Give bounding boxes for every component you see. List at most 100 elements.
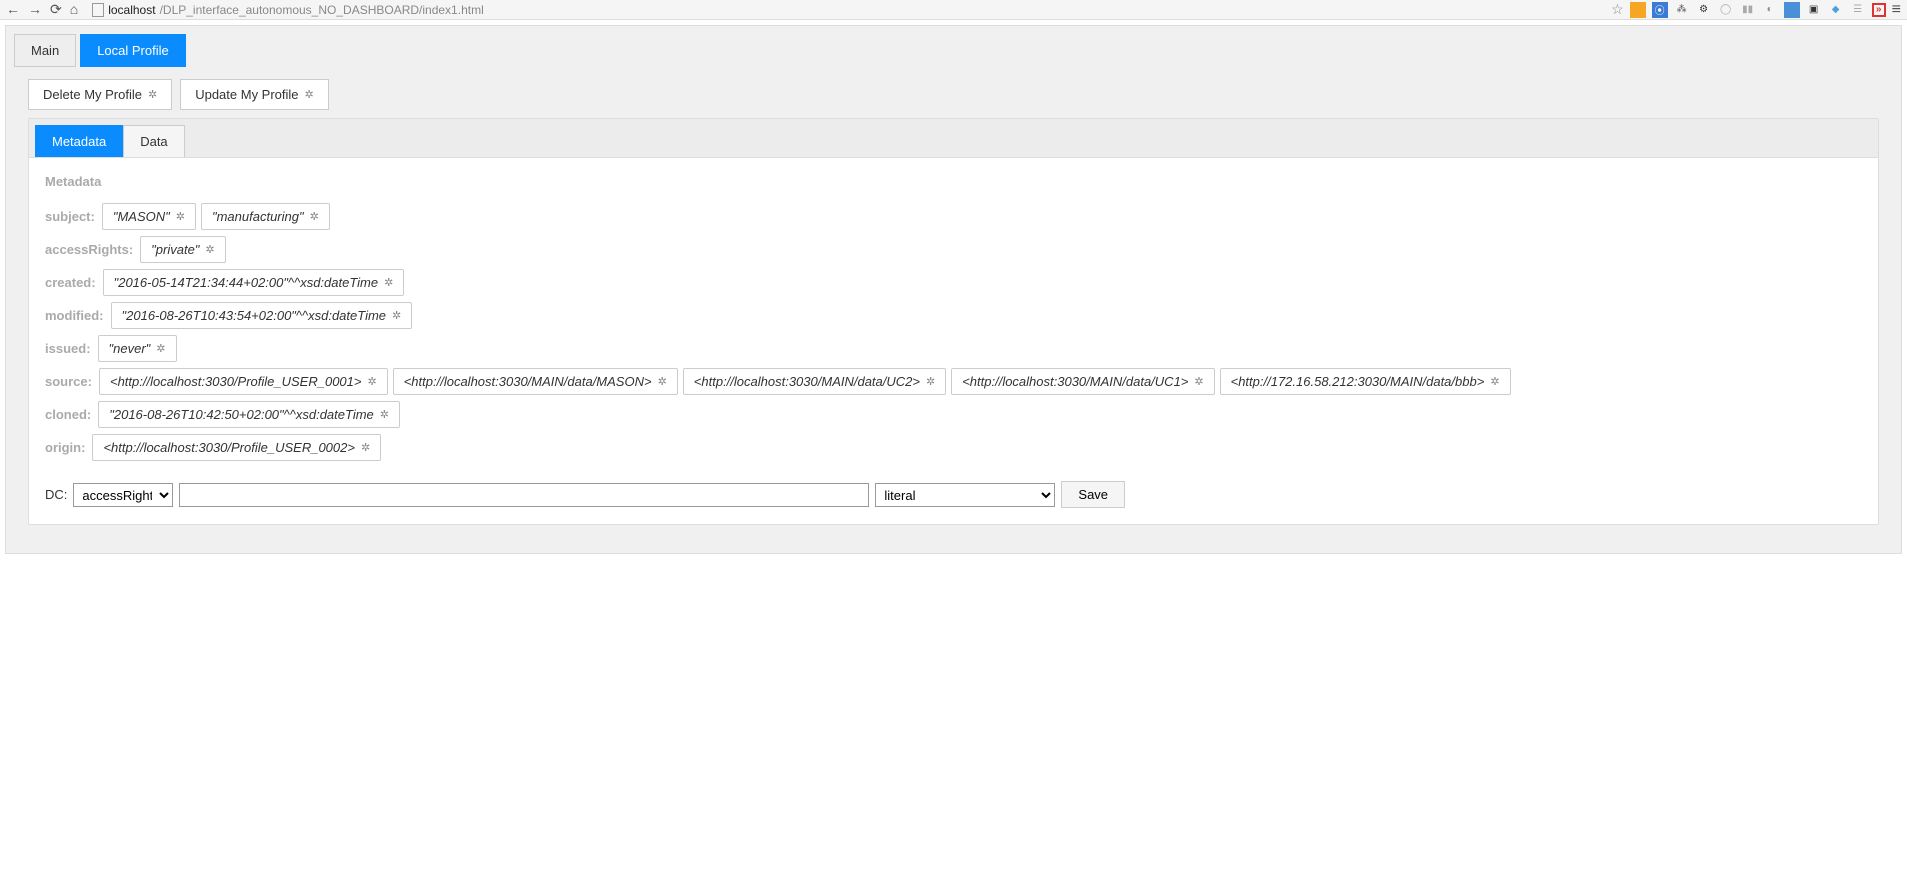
meta-value-chip[interactable]: "never" ✲ [98, 335, 177, 362]
meta-value-chip[interactable]: <http://localhost:3030/MAIN/data/MASON> ✲ [393, 368, 678, 395]
meta-value-chip[interactable]: "2016-05-14T21:34:44+02:00"^^xsd:dateTim… [103, 269, 405, 296]
page-icon [92, 3, 104, 17]
extension-icons: ☆ ⦿ ⁂ ⚙ ◯ ▮▮ ◐ ▣ ◆ ☰ » ≡ [1611, 1, 1901, 19]
forward-icon[interactable]: → [28, 1, 42, 18]
meta-value-text: "2016-08-26T10:43:54+02:00"^^xsd:dateTim… [122, 308, 387, 323]
meta-row-origin: origin <http://localhost:3030/Profile_USE… [45, 434, 1862, 461]
ext-icon-2[interactable]: ⦿ [1652, 2, 1668, 18]
remove-icon[interactable]: ✲ [384, 276, 393, 289]
meta-label: created [45, 275, 98, 290]
remove-icon[interactable]: ✲ [926, 375, 935, 388]
meta-row-subject: subject "MASON" ✲ "manufacturing" ✲ [45, 203, 1862, 230]
remove-icon[interactable]: ✲ [156, 342, 165, 355]
ext-icon-3[interactable]: ⁂ [1674, 2, 1690, 18]
save-button[interactable]: Save [1061, 481, 1125, 508]
meta-value-chip[interactable]: <http://localhost:3030/Profile_USER_0002… [92, 434, 381, 461]
meta-label: cloned [45, 407, 93, 422]
ext-icon-12[interactable]: » [1872, 3, 1886, 17]
meta-value-chip[interactable]: <http://localhost:3030/MAIN/data/UC1> ✲ [951, 368, 1214, 395]
ext-icon-11[interactable]: ☰ [1850, 2, 1866, 18]
gear-icon: ✲ [148, 88, 157, 101]
meta-value-text: "manufacturing" [212, 209, 304, 224]
section-title: Metadata [45, 174, 1862, 189]
meta-value-chip[interactable]: "manufacturing" ✲ [201, 203, 330, 230]
meta-row-cloned: cloned "2016-08-26T10:42:50+02:00"^^xsd:d… [45, 401, 1862, 428]
meta-value-text: "MASON" [113, 209, 170, 224]
meta-value-chip[interactable]: <http://localhost:3030/MAIN/data/UC2> ✲ [683, 368, 946, 395]
profile-actions: Delete My Profile ✲ Update My Profile ✲ [28, 79, 1893, 110]
meta-value-text: "2016-08-26T10:42:50+02:00"^^xsd:dateTim… [109, 407, 374, 422]
remove-icon[interactable]: ✲ [1490, 375, 1499, 388]
meta-row-created: created "2016-05-14T21:34:44+02:00"^^xsd:… [45, 269, 1862, 296]
meta-value-chip[interactable]: "2016-08-26T10:42:50+02:00"^^xsd:dateTim… [98, 401, 400, 428]
inner-panel: Metadata Data Metadata subject"MASON"✲"m… [28, 118, 1879, 525]
meta-value-text: <http://localhost:3030/MAIN/data/UC1> [962, 374, 1188, 389]
meta-row-modified: modified "2016-08-26T10:43:54+02:00"^^xsd… [45, 302, 1862, 329]
meta-value-text: <http://localhost:3030/Profile_USER_0002… [103, 440, 355, 455]
remove-icon[interactable]: ✲ [310, 210, 319, 223]
delete-profile-label: Delete My Profile [43, 87, 142, 102]
tab-main[interactable]: Main [14, 34, 76, 67]
meta-value-chip[interactable]: <http://172.16.58.212:3030/MAIN/data/bbb… [1220, 368, 1511, 395]
tab-local-profile[interactable]: Local Profile [80, 34, 186, 67]
meta-row-source: source <http://localhost:3030/Profile_USE… [45, 368, 1862, 395]
ext-icon-1[interactable] [1630, 2, 1646, 18]
meta-value-text: "private" [151, 242, 199, 257]
top-tabs: Main Local Profile [14, 34, 1893, 67]
ext-icon-6[interactable]: ▮▮ [1740, 2, 1756, 18]
ext-icon-5[interactable]: ◯ [1718, 2, 1734, 18]
ext-icon-10[interactable]: ◆ [1828, 2, 1844, 18]
update-profile-button[interactable]: Update My Profile ✲ [180, 79, 329, 110]
home-icon[interactable]: ⌂ [70, 1, 78, 18]
meta-label: subject [45, 209, 97, 224]
meta-value-chip[interactable]: "2016-08-26T10:43:54+02:00"^^xsd:dateTim… [111, 302, 413, 329]
remove-icon[interactable]: ✲ [205, 243, 214, 256]
remove-icon[interactable]: ✲ [368, 375, 377, 388]
url-path: /DLP_interface_autonomous_NO_DASHBOARD/i… [160, 3, 484, 17]
reload-icon[interactable]: ⟳ [50, 1, 62, 18]
remove-icon[interactable]: ✲ [1194, 375, 1203, 388]
tab-metadata[interactable]: Metadata [35, 125, 123, 157]
dc-property-select[interactable]: accessRights [73, 483, 173, 507]
metadata-rows: subject"MASON"✲"manufacturing"✲accessRig… [45, 203, 1862, 461]
url-host: localhost [108, 3, 155, 17]
menu-icon[interactable]: ≡ [1892, 1, 1901, 19]
meta-value-text: <http://localhost:3030/MAIN/data/UC2> [694, 374, 920, 389]
remove-icon[interactable]: ✲ [176, 210, 185, 223]
tab-data[interactable]: Data [123, 125, 184, 157]
update-profile-label: Update My Profile [195, 87, 298, 102]
delete-profile-button[interactable]: Delete My Profile ✲ [28, 79, 172, 110]
gear-icon[interactable]: ⚙ [1696, 2, 1712, 18]
meta-row-accessRights: accessRights "private" ✲ [45, 236, 1862, 263]
remove-icon[interactable]: ✲ [658, 375, 667, 388]
dc-label: DC [45, 487, 67, 502]
ext-icon-9[interactable]: ▣ [1806, 2, 1822, 18]
dc-value-input[interactable] [179, 483, 869, 507]
back-icon[interactable]: ← [6, 1, 20, 18]
browser-chrome: ← → ⟳ ⌂ localhost/DLP_interface_autonomo… [0, 0, 1907, 20]
bookmark-star-icon[interactable]: ☆ [1611, 1, 1624, 18]
meta-value-chip[interactable]: <http://localhost:3030/Profile_USER_0001… [99, 368, 388, 395]
ext-icon-7[interactable]: ◐ [1762, 2, 1778, 18]
meta-label: modified [45, 308, 106, 323]
meta-value-text: <http://localhost:3030/Profile_USER_0001… [110, 374, 362, 389]
gear-icon: ✲ [305, 88, 314, 101]
meta-label: accessRights [45, 242, 135, 257]
dc-type-select[interactable]: literal [875, 483, 1055, 507]
meta-value-chip[interactable]: "private" ✲ [140, 236, 225, 263]
remove-icon[interactable]: ✲ [361, 441, 370, 454]
meta-value-text: "2016-05-14T21:34:44+02:00"^^xsd:dateTim… [114, 275, 379, 290]
dc-form-row: DC accessRights literal Save [45, 481, 1862, 508]
remove-icon[interactable]: ✲ [380, 408, 389, 421]
app-body: Main Local Profile Delete My Profile ✲ U… [5, 25, 1902, 554]
meta-label: origin [45, 440, 87, 455]
meta-value-text: <http://localhost:3030/MAIN/data/MASON> [404, 374, 652, 389]
meta-value-chip[interactable]: "MASON" ✲ [102, 203, 196, 230]
ext-icon-8[interactable] [1784, 2, 1800, 18]
meta-value-text: "never" [109, 341, 151, 356]
meta-label: issued [45, 341, 93, 356]
address-bar[interactable]: localhost/DLP_interface_autonomous_NO_DA… [86, 3, 1603, 17]
meta-label: source [45, 374, 94, 389]
inner-tabs: Metadata Data [29, 119, 1878, 158]
remove-icon[interactable]: ✲ [392, 309, 401, 322]
